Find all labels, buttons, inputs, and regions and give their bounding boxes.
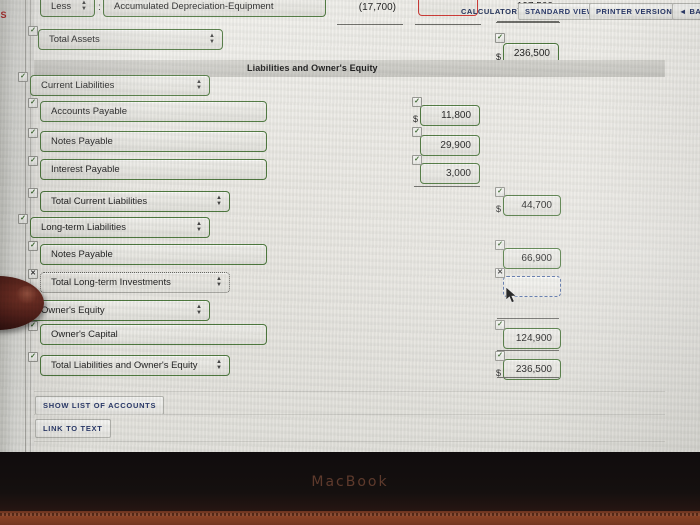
row-amount-owner-s-capital[interactable]: 124,900 [503,328,561,349]
divider-top [34,391,665,392]
row-field-current-liabilities[interactable]: Current Liabilities ▲ ▼ [30,75,210,96]
row-label-total-long-term-investments: Total Long-term Investments [51,277,171,288]
amount-rule [497,377,559,378]
amount-rule [497,350,559,352]
amount-rule [414,186,480,188]
link-to-text-button[interactable]: LINK TO TEXT [35,419,111,438]
total-assets-label: Total Assets [49,34,100,45]
row-field-accounts-payable[interactable]: Accounts Payable [40,101,267,122]
correct-check-icon: ✓ [28,352,38,362]
photographed-screen: S CALCULATOR STANDARD VIEW PRINTER VERSI… [0,0,700,525]
section-heading: Liabilities and Owner's Equity [247,63,378,73]
incorrect-x-icon: ✕ [495,268,505,278]
mouse-cursor [506,287,518,304]
deduction-rule [337,24,403,26]
calculator-button[interactable]: CALCULATOR [455,4,523,19]
back-button[interactable]: ◄ BAC [672,3,700,20]
correct-check-icon: ✓ [28,241,38,251]
correct-check-icon: ✓ [495,187,505,197]
row-field-notes-payable[interactable]: Notes Payable [40,244,267,265]
correct-check-icon: ✓ [495,33,505,43]
row-amount-accounts-payable[interactable]: 11,800 [420,105,480,126]
stepper-icon: ▲ ▼ [196,221,202,233]
stepper-icon: ▲ ▼ [196,304,202,316]
row-label-long-term-liabilities: Long-term Liabilities [41,222,127,233]
printer-version-button[interactable]: PRINTER VERSION [589,3,680,20]
correct-check-icon: ✓ [28,98,38,108]
row-field-long-term-liabilities[interactable]: Long-term Liabilities ▲ ▼ [30,217,210,238]
laptop-bezel: MacBook [0,452,700,525]
show-list-of-accounts-button[interactable]: SHOW LIST OF ACCOUNTS [35,396,165,415]
top-toolbar: CALCULATOR STANDARD VIEW PRINTER VERSION… [0,3,700,23]
correct-check-icon: ✓ [495,320,505,330]
row-label-accounts-payable: Accounts Payable [51,106,128,117]
correct-check-icon: ✓ [28,128,38,138]
total-assets-select[interactable]: Total Assets ▲ ▼ [38,29,223,50]
empty-amount-rule [415,24,481,26]
correct-check-icon: ✓ [18,214,28,224]
divider-bottom [34,441,665,442]
dollar-sign: $ [496,204,502,214]
laptop-hinge [0,511,700,525]
correct-check-icon: ✓ [28,26,38,36]
stepper-icon: ▲ ▼ [209,33,215,45]
row-label-interest-payable: Interest Payable [51,164,120,175]
stepper-icon: ▲ ▼ [196,79,202,91]
incorrect-x-icon: ✕ [28,269,38,279]
stepper-icon: ▲ ▼ [216,195,222,207]
page-left-gutter [0,0,34,452]
row-field-total-liabilities-and-owner-s-equity[interactable]: Total Liabilities and Owner's Equity ▲ ▼ [40,355,230,376]
correct-check-icon: ✓ [412,97,422,107]
correct-check-icon: ✓ [18,72,28,82]
correct-check-icon: ✓ [495,351,505,361]
row-label-total-liabilities-and-owner-s-equity: Total Liabilities and Owner's Equity [51,360,198,371]
gutter-divider-1 [25,0,26,452]
row-amount-interest-payable[interactable]: 3,000 [420,163,480,184]
device-brand-label: MacBook [311,474,389,490]
row-label-owner-s-capital: Owner's Capital [51,329,118,340]
row-field-total-current-liabilities[interactable]: Total Current Liabilities ▲ ▼ [40,191,230,212]
row-field-notes-payable[interactable]: Notes Payable [40,131,267,152]
row-amount-notes-payable[interactable]: 29,900 [420,135,480,156]
row-label-notes-payable: Notes Payable [51,136,113,147]
correct-check-icon: ✓ [28,188,38,198]
divider-middle [34,414,665,415]
row-field-total-long-term-investments[interactable]: Total Long-term Investments ▲ ▼ [40,272,230,293]
row-field-interest-payable[interactable]: Interest Payable [40,159,267,180]
row-label-current-liabilities: Current Liabilities [41,80,115,91]
row-field-owner-s-capital[interactable]: Owner's Capital [40,324,267,345]
row-label-owner-s-equity: Owner's Equity [41,305,105,316]
row-amount-notes-payable[interactable]: 66,900 [503,248,561,269]
correct-check-icon: ✓ [412,155,422,165]
stepper-icon: ▲ ▼ [216,276,222,288]
correct-check-icon: ✓ [412,127,422,137]
amount-rule [497,318,559,320]
row-label-total-current-liabilities: Total Current Liabilities [51,196,148,207]
correct-check-icon: ✓ [495,240,505,250]
dollar-sign: $ [413,114,419,124]
row-amount-total-current-liabilities[interactable]: 44,700 [503,195,561,216]
correct-check-icon: ✓ [28,156,38,166]
row-label-notes-payable: Notes Payable [51,249,113,260]
stepper-icon: ▲ ▼ [216,359,222,371]
row-field-owner-s-equity[interactable]: Owner's Equity ▲ ▼ [30,300,210,321]
laptop-screen: S CALCULATOR STANDARD VIEW PRINTER VERSI… [0,0,700,452]
